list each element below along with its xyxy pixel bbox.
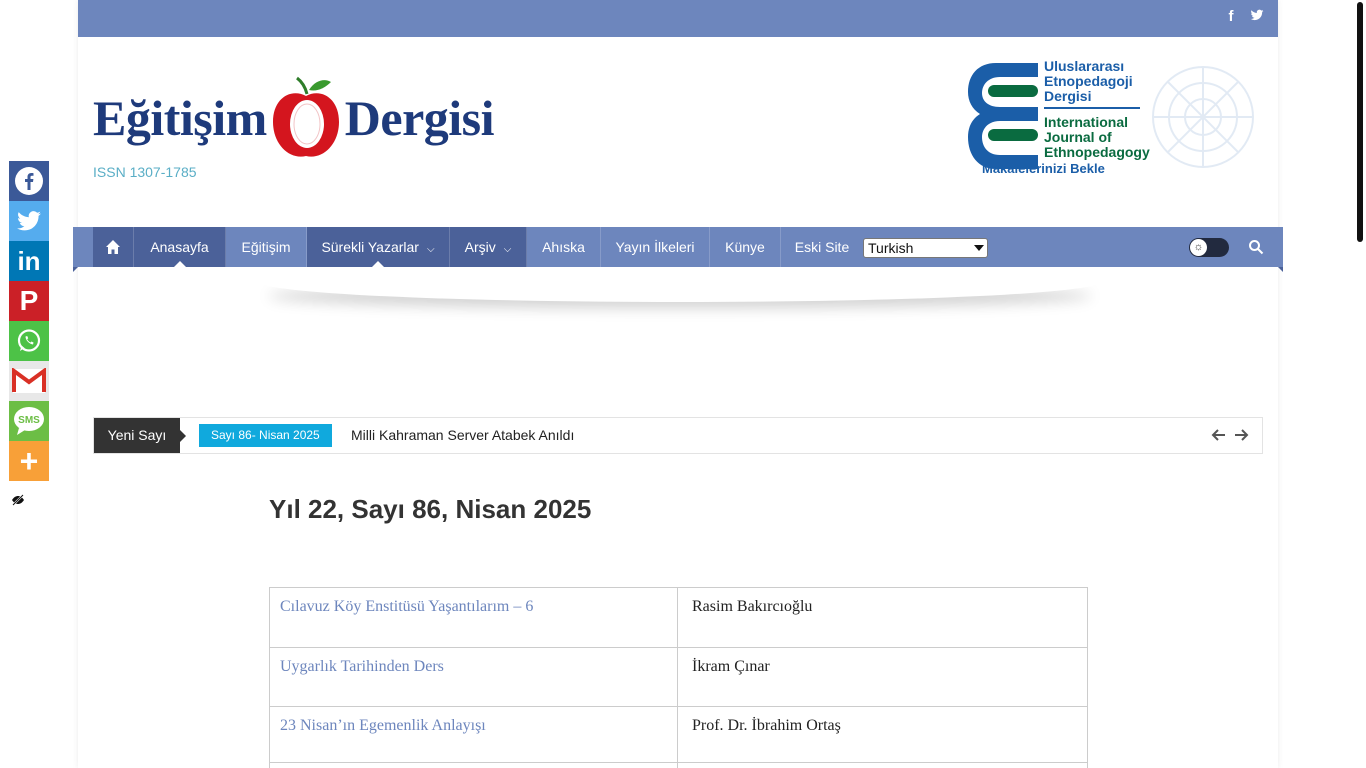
twitter-icon [17, 211, 41, 231]
share-twitter-button[interactable] [9, 201, 49, 241]
nav-item-anasayfa[interactable]: Anasayfa [134, 227, 226, 267]
nav-item-yayin-ilkeleri[interactable]: Yayın İlkeleri [601, 227, 710, 267]
banner-divider [1044, 107, 1140, 109]
nav-item-ahiska[interactable]: Ahıska [527, 227, 601, 267]
svg-text:SMS: SMS [18, 415, 40, 426]
page-scrollbar[interactable] [1357, 2, 1363, 242]
nav-label: Arşiv [464, 239, 496, 255]
nav-ribbon-left [73, 267, 78, 272]
banner-cta: Makalelerinizi Bekle [982, 161, 1105, 176]
article-author: İkram Çınar [677, 647, 1088, 707]
banner-line-4: International [1044, 114, 1129, 130]
whatsapp-icon [17, 329, 41, 352]
nav-label: Eski Site [794, 239, 850, 255]
twitter-icon[interactable] [1250, 8, 1264, 27]
nav-item-kunye[interactable]: Künye [710, 227, 781, 267]
article-author: Rasim Bakırcıoğlu [677, 587, 1088, 648]
language-value: Turkish [868, 240, 914, 256]
language-select[interactable]: Turkish [863, 238, 988, 258]
article-author: Prof. Dr. İbrahim Ortaş [677, 706, 1088, 763]
top-bar: f [78, 0, 1278, 37]
top-social-links: f [1224, 8, 1264, 27]
nav-label: Eğitişim [241, 239, 291, 255]
logo-text-first: Eğitişim [93, 90, 267, 146]
main-navigation: Anasayfa Eğitişim Sürekli Yazarlar ⌵ Arşi… [73, 227, 1283, 267]
page: f Eğitişim Dergisi ISSN 1307-1785 Ulusla… [0, 0, 1366, 768]
dropdown-arrow-icon [974, 245, 984, 251]
dark-mode-toggle[interactable]: ☼ [1189, 238, 1229, 257]
issn-text: ISSN 1307-1785 [93, 164, 197, 180]
nav-item-surekli-yazarlar[interactable]: Sürekli Yazarlar ⌵ [307, 227, 450, 267]
nav-label: Anasayfa [150, 239, 209, 255]
article-title-link[interactable] [269, 762, 678, 768]
banner-line-1: Uluslararası [1044, 58, 1125, 74]
chevron-down-icon: ⌵ [503, 244, 512, 255]
nav-item-arsiv[interactable]: Arşiv ⌵ [450, 227, 527, 267]
article-title-link[interactable]: 23 Nisan’ın Egemenlik Anlayışı [269, 706, 678, 763]
arrow-right-icon[interactable] [1232, 426, 1250, 444]
share-gmail-button[interactable] [9, 361, 49, 401]
share-whatsapp-button[interactable] [9, 321, 49, 361]
journal-e-logo-icon [968, 63, 1038, 169]
nav-shadow [260, 262, 1100, 302]
search-icon[interactable] [1248, 239, 1264, 255]
nav-label: Ahıska [542, 239, 585, 255]
share-pinterest-button[interactable]: P [9, 281, 49, 321]
share-linkedin-button[interactable]: in [9, 241, 49, 281]
floating-share-bar: in P SMS + [9, 161, 49, 481]
plus-icon: + [19, 442, 39, 479]
home-icon [106, 240, 120, 254]
article-title-link[interactable]: Uygarlık Tarihinden Ders [269, 647, 678, 707]
nav-label: Yayın İlkeleri [615, 239, 695, 255]
linkedin-icon: in [17, 245, 41, 276]
ethnopedagogy-banner[interactable]: Uluslararası Etnopedagoji Dergisi Intern… [966, 57, 1262, 179]
article-title-link[interactable]: Cılavuz Köy Enstitüsü Yaşantılarım – 6 [269, 587, 678, 648]
nav-label: Sürekli Yazarlar [321, 239, 419, 255]
gmail-icon [12, 368, 46, 393]
facebook-icon [15, 167, 43, 195]
share-more-button[interactable]: + [9, 441, 49, 481]
banner-line-5: Journal of [1044, 129, 1112, 145]
table-row [269, 762, 1088, 768]
sun-icon: ☼ [1190, 239, 1207, 256]
ornament-pattern-icon [1152, 66, 1254, 168]
apple-logo-icon [272, 76, 339, 157]
arrow-left-icon[interactable] [1210, 426, 1228, 444]
site-logo[interactable]: Eğitişim Dergisi [93, 74, 495, 162]
issue-title: Yıl 22, Sayı 86, Nisan 2025 [269, 494, 592, 524]
active-indicator [372, 261, 384, 267]
nav-item-eski-site[interactable]: Eski Site [781, 227, 863, 267]
share-sms-button[interactable]: SMS [9, 401, 49, 441]
banner-title-en: International Journal of Ethnopedagogy [1044, 115, 1150, 160]
logo-text-second: Dergisi [344, 90, 495, 146]
ticker-headline[interactable]: Milli Kahraman Server Atabek Anıldı [351, 418, 574, 453]
chevron-down-icon: ⌵ [426, 244, 435, 255]
nav-ribbon-right [1278, 267, 1283, 272]
table-row: Cılavuz Köy Enstitüsü Yaşantılarım – 6 R… [269, 587, 1088, 648]
table-row: Uygarlık Tarihinden Ders İkram Çınar [269, 647, 1088, 707]
ticker-badge[interactable]: Sayı 86- Nisan 2025 [199, 424, 332, 447]
nav-item-egitisim[interactable]: Eğitişim [226, 227, 307, 267]
nav-label: Künye [725, 239, 765, 255]
banner-line-6: Ethnopedagogy [1044, 144, 1150, 160]
banner-line-2: Etnopedagoji [1044, 73, 1133, 89]
facebook-icon[interactable]: f [1224, 8, 1238, 27]
ticker-label: Yeni Sayı [94, 418, 186, 453]
nav-home[interactable] [93, 227, 134, 267]
articles-table: Cılavuz Köy Enstitüsü Yaşantılarım – 6 R… [269, 587, 1088, 768]
table-row: 23 Nisan’ın Egemenlik Anlayışı Prof. Dr.… [269, 706, 1088, 763]
hide-share-bar-icon[interactable] [11, 493, 25, 507]
sms-icon: SMS [14, 407, 44, 435]
banner-title-tr: Uluslararası Etnopedagoji Dergisi [1044, 59, 1133, 104]
pinterest-icon: P [19, 285, 39, 316]
news-ticker: Yeni Sayı Sayı 86- Nisan 2025 Milli Kahr… [93, 417, 1263, 454]
share-facebook-button[interactable] [9, 161, 49, 201]
active-indicator [173, 261, 186, 267]
article-author [677, 762, 1088, 768]
banner-line-3: Dergisi [1044, 88, 1092, 104]
